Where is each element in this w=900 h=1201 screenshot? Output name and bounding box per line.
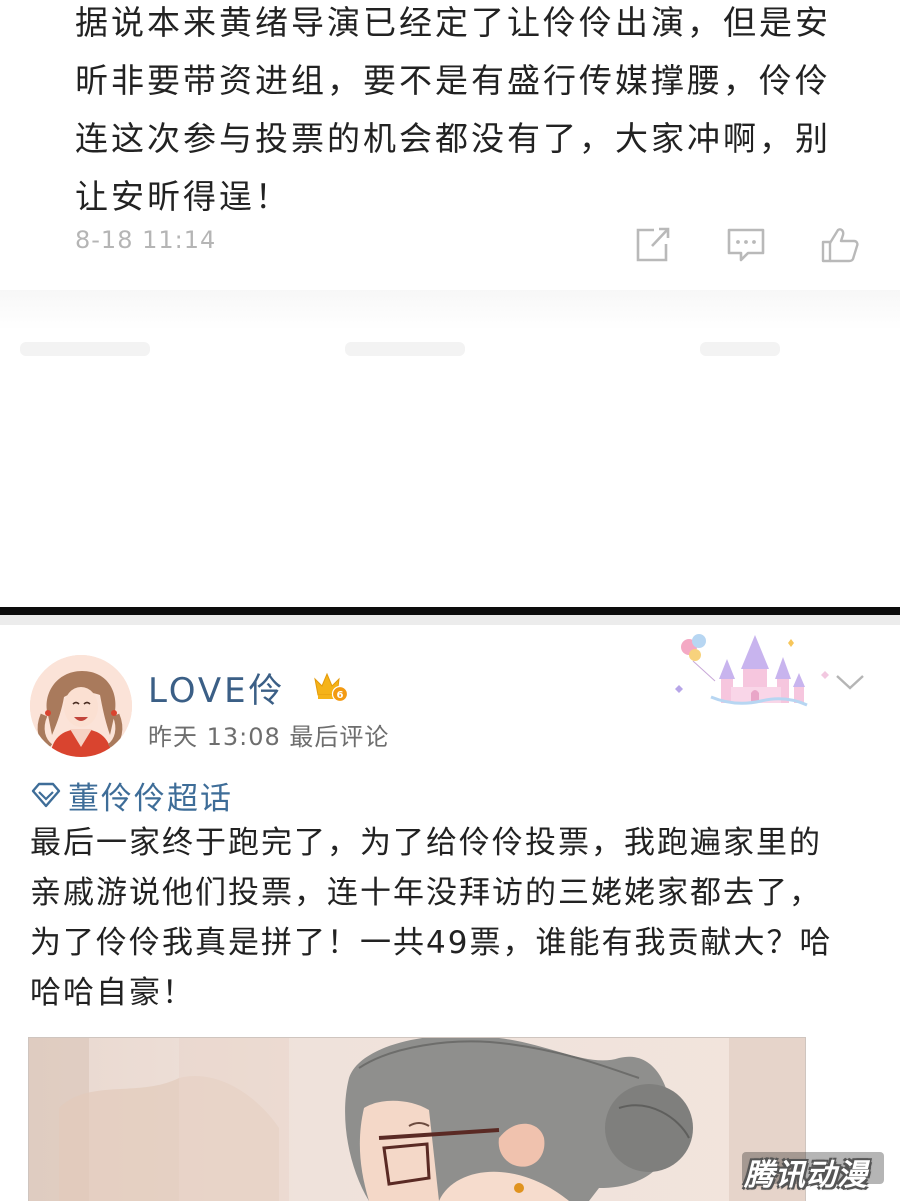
- crown-icon: 6: [314, 672, 349, 703]
- post-body-previous: 据说本来黄绪导演已经定了让伶伶出演，但是安 昕非要带资进组，要不是有盛行传媒撑腰…: [75, 0, 855, 226]
- post-menu-button[interactable]: [834, 671, 866, 693]
- share-button[interactable]: [632, 226, 672, 264]
- faded-placeholder: [20, 342, 150, 356]
- post-line: 连这次参与投票的机会都没有了，大家冲啊，别: [75, 119, 831, 158]
- faded-placeholder: [345, 342, 465, 356]
- post-line: 为了伶伶我真是拼了！一共49票，谁能有我贡献大？哈: [30, 925, 833, 961]
- castle-decoration-icon: [675, 629, 835, 711]
- vip-badge: 6: [312, 669, 349, 703]
- feed-separator: [0, 615, 900, 625]
- comment-icon: [727, 228, 765, 262]
- post-card-previous: 据说本来黄绪导演已经定了让伶伶出演，但是安 昕非要带资进组，要不是有盛行传媒撑腰…: [0, 0, 900, 290]
- vip-level: 6: [337, 690, 344, 701]
- post-line: 让安昕得逞！: [75, 177, 291, 216]
- like-icon: [821, 228, 859, 263]
- faded-feed-area: [0, 290, 900, 610]
- panel-divider: [0, 607, 900, 615]
- comment-button[interactable]: [726, 226, 766, 264]
- diamond-icon: [30, 781, 62, 809]
- post-line: 最后一家终于跑完了，为了给伶伶投票，我跑遍家里的: [30, 825, 822, 861]
- avatar-image: [30, 655, 132, 757]
- post-line: 亲戚游说他们投票，连十年没拜访的三姥姥家都去了，: [30, 875, 822, 911]
- topic-link[interactable]: 董伶伶超话: [30, 775, 233, 817]
- post-line: 昕非要带资进组，要不是有盛行传媒撑腰，伶伶: [75, 61, 831, 100]
- post-time: 昨天 13:08 最后评论: [148, 723, 390, 751]
- watermark-text: 腾讯动漫: [744, 1158, 868, 1193]
- post-card: LOVE伶 6 昨天 13:08 最后评论 董伶伶超话 最后一家终于跑完了，为了…: [0, 625, 900, 1201]
- chevron-down-icon: [836, 675, 864, 690]
- topic-label: 董伶伶超话: [68, 780, 233, 817]
- like-button[interactable]: [820, 226, 860, 264]
- faded-placeholder: [700, 342, 780, 356]
- post-line: 据说本来黄绪导演已经定了让伶伶出演，但是安: [75, 3, 831, 42]
- post-timestamp: 8-18 11:14: [75, 226, 217, 254]
- post-image[interactable]: [28, 1037, 806, 1201]
- avatar[interactable]: [30, 655, 132, 757]
- username[interactable]: LOVE伶: [148, 663, 286, 712]
- post-body: 最后一家终于跑完了，为了给伶伶投票，我跑遍家里的 亲戚游说他们投票，连十年没拜访…: [30, 818, 870, 1018]
- post-line: 哈哈自豪！: [30, 975, 195, 1011]
- share-icon: [636, 227, 670, 262]
